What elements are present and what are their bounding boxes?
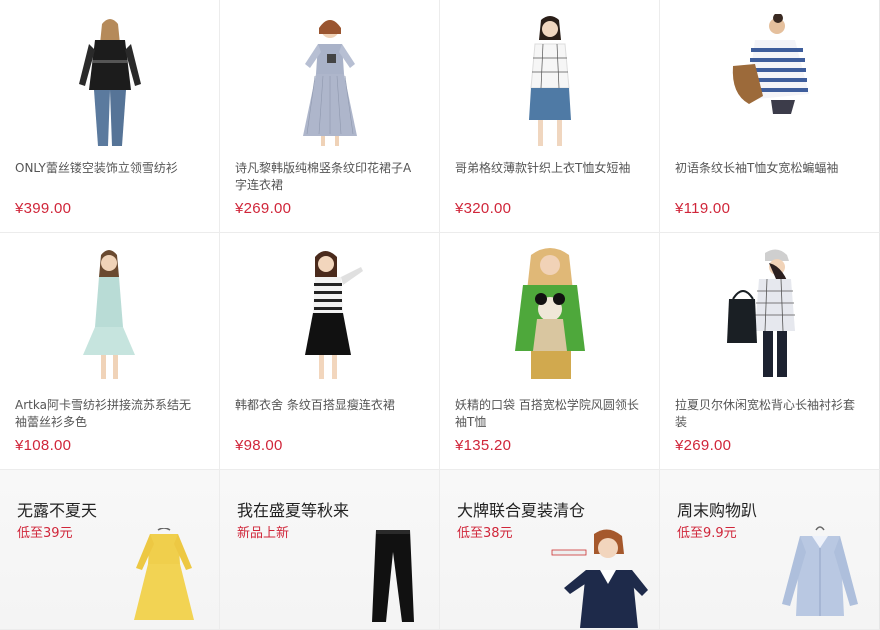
product-card[interactable]: 哥弟格纹薄款针织上衣T恤女短袖 ¥320.00 [440,0,660,233]
product-row: Artka阿卡雪纺衫拼接流苏系结无袖蕾丝衫多色 ¥108.00 韩都衣舍 条纹百… [0,233,880,470]
striped-batwing-tee-image[interactable] [725,14,815,148]
blue-shirt-image[interactable] [778,526,862,622]
product-card[interactable]: Artka阿卡雪纺衫拼接流苏系结无袖蕾丝衫多色 ¥108.00 [0,233,220,470]
navy-polo-model-image[interactable] [550,528,650,629]
product-price: ¥98.00 [235,437,283,454]
product-name[interactable]: 诗凡黎韩版纯棉竖条纹印花裙子A字连衣裙 [235,160,421,194]
product-price: ¥269.00 [235,200,292,217]
promo-row: 无露不夏天 低至39元 我在盛夏等秋来 新品上新 大牌联合夏装清仓 低至38元 … [0,470,880,630]
product-name[interactable]: 妖精的口袋 百搭宽松学院风圆领长袖T恤 [455,397,641,431]
product-row: ONLY蕾丝镂空装饰立领雪纺衫 ¥399.00 诗凡黎韩版纯棉竖条纹印花裙子A字… [0,0,880,233]
product-card[interactable]: 诗凡黎韩版纯棉竖条纹印花裙子A字连衣裙 ¥269.00 [220,0,440,233]
product-name[interactable]: 哥弟格纹薄款针织上衣T恤女短袖 [455,160,641,177]
promo-subtitle: 低至38元 [457,526,513,541]
black-pants-image[interactable] [368,528,418,624]
product-name[interactable]: ONLY蕾丝镂空装饰立领雪纺衫 [15,160,201,177]
striped-dress-image[interactable] [285,14,375,148]
product-card[interactable]: 拉夏贝尔休闲宽松背心长袖衬衫套装 ¥269.00 [660,233,880,470]
product-name[interactable]: Artka阿卡雪纺衫拼接流苏系结无袖蕾丝衫多色 [15,397,201,431]
promo-title[interactable]: 大牌联合夏装清仓 [457,497,585,521]
product-name[interactable]: 初语条纹长袖T恤女宽松蝙蝠袖 [675,160,861,177]
promo-subtitle: 低至39元 [17,526,73,541]
plaid-shirt-set-image[interactable] [725,247,815,381]
promo-card[interactable]: 无露不夏天 低至39元 [0,470,220,630]
promo-title[interactable]: 我在盛夏等秋来 [237,497,349,521]
product-price: ¥108.00 [15,437,72,454]
striped-suspender-dress-image[interactable] [285,247,375,381]
product-grid: ONLY蕾丝镂空装饰立领雪纺衫 ¥399.00 诗凡黎韩版纯棉竖条纹印花裙子A字… [0,0,880,630]
product-price: ¥399.00 [15,200,72,217]
plaid-knit-top-image[interactable] [505,14,595,148]
promo-title[interactable]: 无露不夏天 [17,497,97,521]
promo-subtitle: 新品上新 [237,526,290,541]
mint-chiffon-top-image[interactable] [65,247,155,381]
green-print-sweater-image[interactable] [505,247,595,381]
yellow-dress-image[interactable] [128,528,200,622]
promo-card[interactable]: 周末购物趴 低至9.9元 [660,470,880,630]
black-lace-blouse-image[interactable] [65,14,155,148]
product-card[interactable]: 初语条纹长袖T恤女宽松蝙蝠袖 ¥119.00 [660,0,880,233]
promo-subtitle: 低至9.9元 [677,526,737,541]
product-price: ¥119.00 [675,200,731,217]
promo-card[interactable]: 我在盛夏等秋来 新品上新 [220,470,440,630]
promo-card[interactable]: 大牌联合夏装清仓 低至38元 [440,470,660,630]
product-card[interactable]: ONLY蕾丝镂空装饰立领雪纺衫 ¥399.00 [0,0,220,233]
product-name[interactable]: 韩都衣舍 条纹百搭显瘦连衣裙 [235,397,421,414]
product-price: ¥269.00 [675,437,732,454]
product-price: ¥320.00 [455,200,512,217]
product-card[interactable]: 妖精的口袋 百搭宽松学院风圆领长袖T恤 ¥135.20 [440,233,660,470]
product-name[interactable]: 拉夏贝尔休闲宽松背心长袖衬衫套装 [675,397,861,431]
product-card[interactable]: 韩都衣舍 条纹百搭显瘦连衣裙 ¥98.00 [220,233,440,470]
promo-title[interactable]: 周末购物趴 [677,497,757,521]
product-price: ¥135.20 [455,437,512,454]
